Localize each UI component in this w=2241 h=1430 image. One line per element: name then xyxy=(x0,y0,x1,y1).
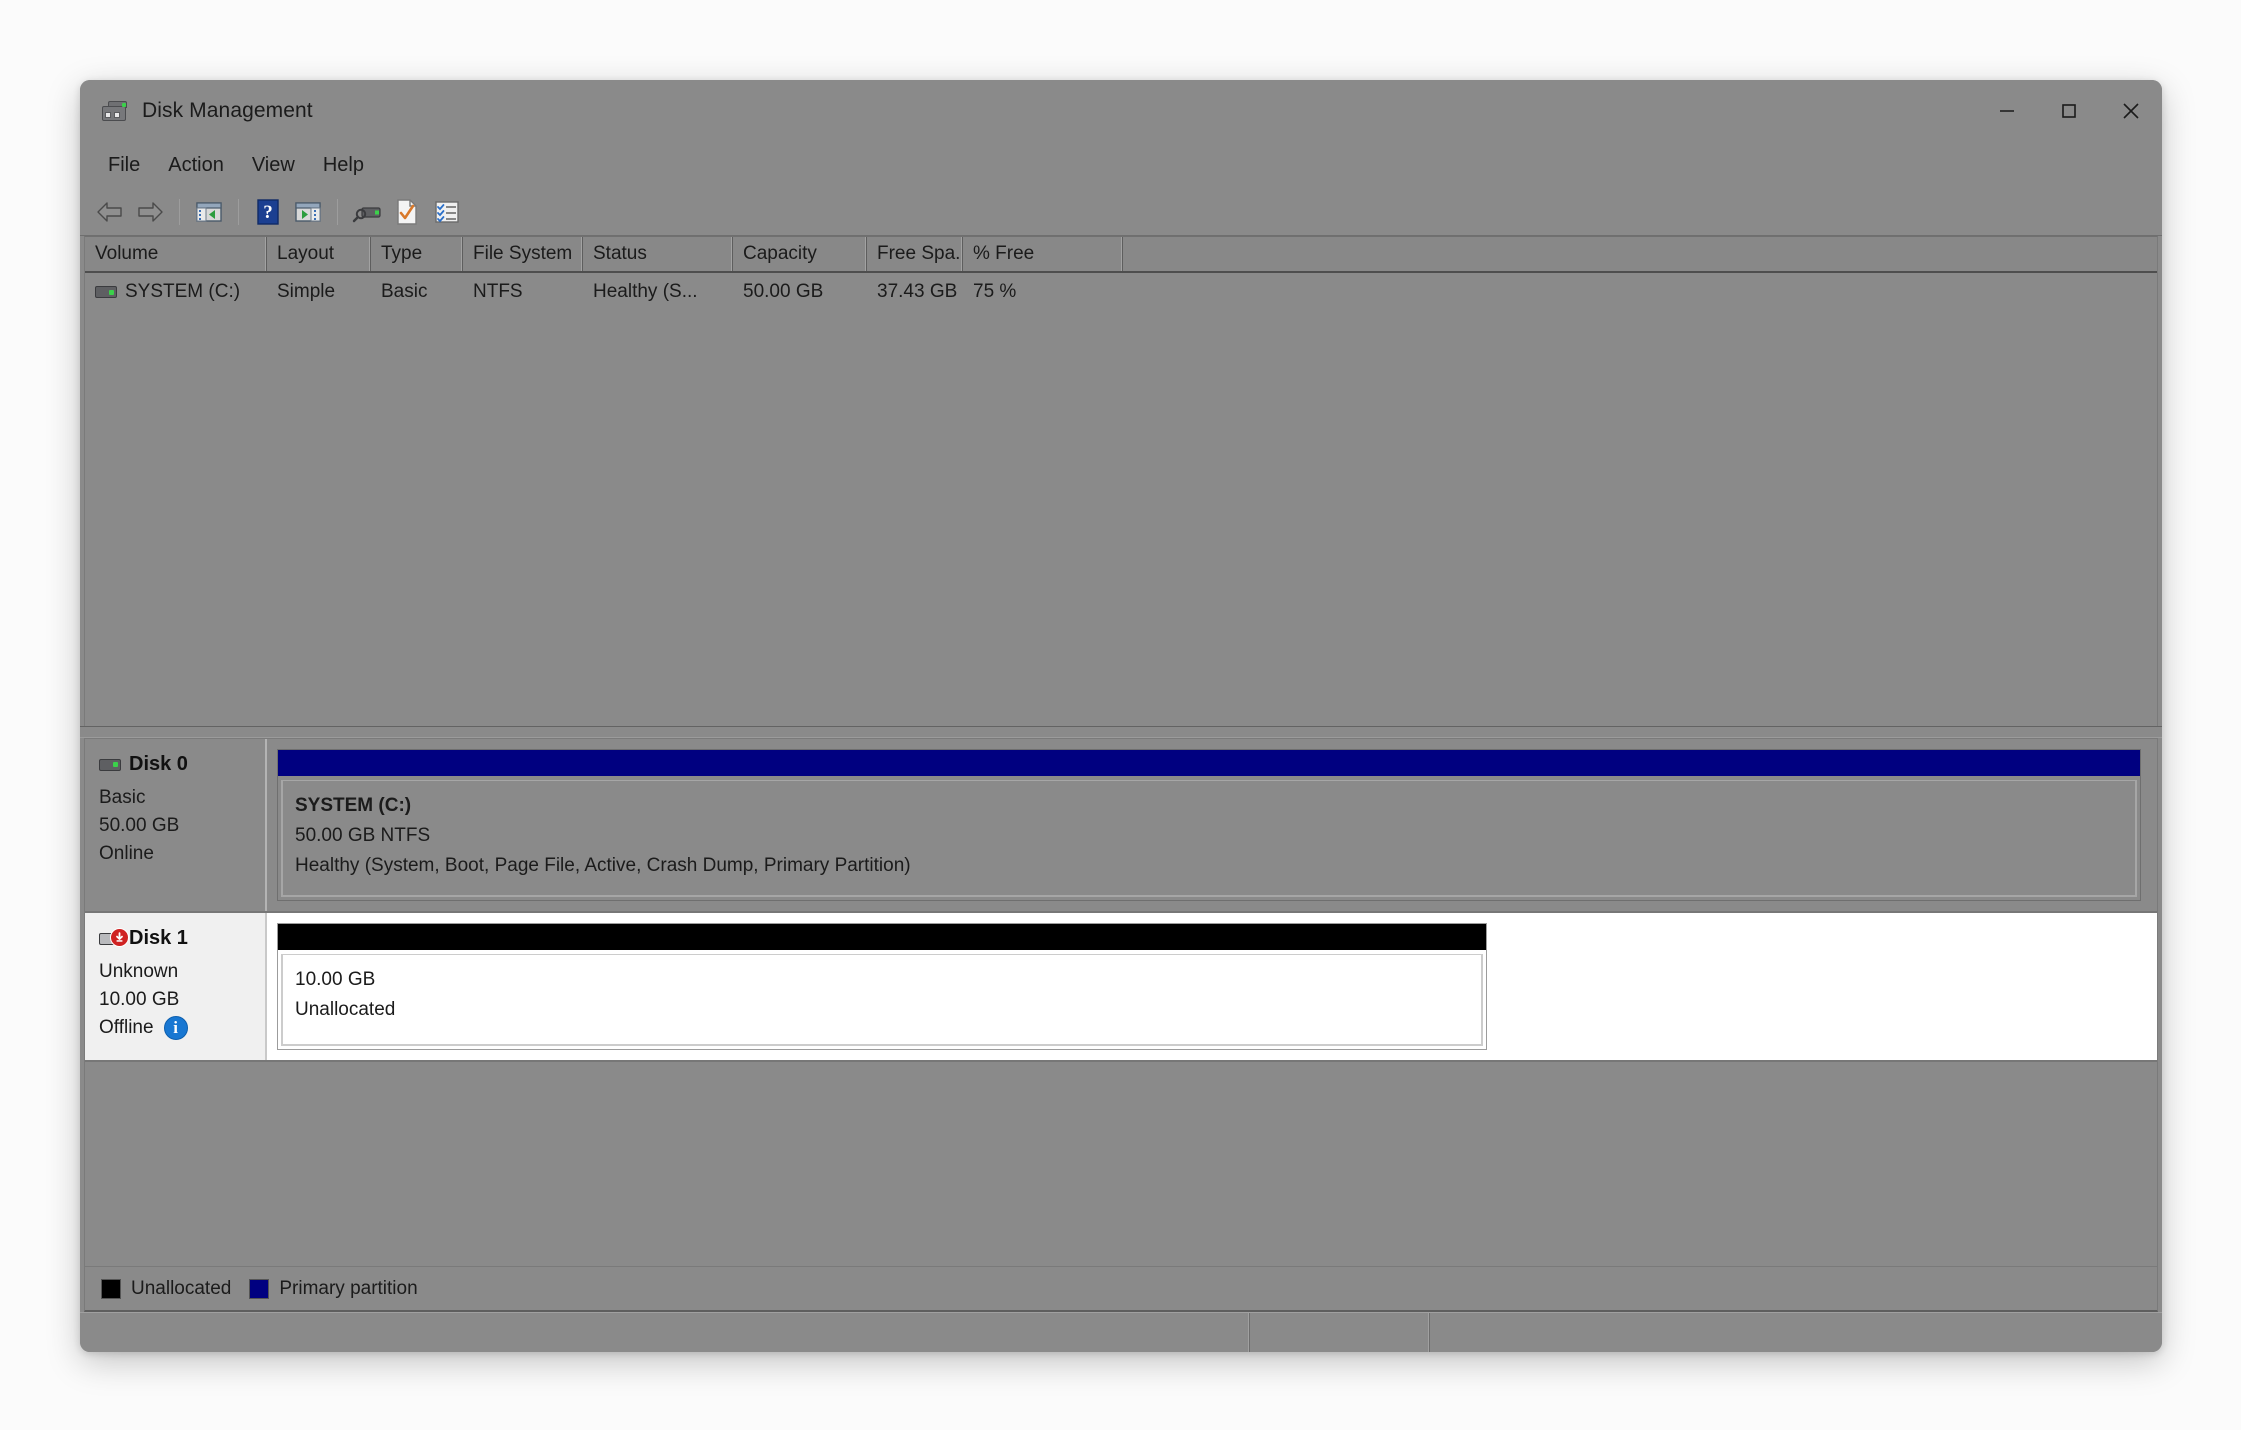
volume-list-rows: SYSTEM (C:) Simple Basic NTFS Healthy (S… xyxy=(85,273,2157,726)
list-view-icon[interactable] xyxy=(427,192,467,232)
column-header-type[interactable]: Type xyxy=(371,237,463,271)
toolbar-separator xyxy=(238,198,239,225)
disk-error-icon xyxy=(99,927,129,947)
column-header-percent-free[interactable]: % Free xyxy=(963,237,1123,271)
menu-file[interactable]: File xyxy=(94,150,154,181)
svg-text:?: ? xyxy=(263,202,273,223)
partition-unallocated[interactable]: 10.00 GB Unallocated xyxy=(277,923,1487,1050)
toolbar-separator xyxy=(337,198,338,225)
toolbar-separator xyxy=(179,198,180,225)
partition-system-c-body: SYSTEM (C:) 50.00 GB NTFS Healthy (Syste… xyxy=(281,780,2137,897)
column-header-volume[interactable]: Volume xyxy=(85,237,267,271)
cell-percent-free: 75 % xyxy=(973,281,1017,302)
disk-1-title-row: Disk 1 xyxy=(99,927,265,950)
menu-view[interactable]: View xyxy=(238,150,309,181)
partition-capacity-bar xyxy=(278,750,2140,776)
minimize-button[interactable] xyxy=(1976,80,2038,142)
rescan-disks-icon[interactable] xyxy=(347,192,387,232)
column-header-layout[interactable]: Layout xyxy=(267,237,371,271)
cell-type: Basic xyxy=(381,281,428,302)
disk-0-type: Basic xyxy=(99,787,146,808)
disk-drive-icon xyxy=(102,100,128,122)
graphical-view-pane: Disk 0 Basic 50.00 GB Online SYSTEM (C:)… xyxy=(84,738,2158,1266)
status-bar xyxy=(80,1312,2162,1352)
cell-free-space: 37.43 GB xyxy=(877,281,958,302)
cell-file-system: NTFS xyxy=(473,281,523,302)
partition-system-c[interactable]: SYSTEM (C:) 50.00 GB NTFS Healthy (Syste… xyxy=(277,749,2141,901)
volume-disk-icon xyxy=(95,286,117,298)
partition-status: Unallocated xyxy=(295,999,396,1020)
back-arrow-icon[interactable] xyxy=(90,192,130,232)
close-button[interactable] xyxy=(2100,80,2162,142)
properties-icon[interactable] xyxy=(387,192,427,232)
menu-action[interactable]: Action xyxy=(154,150,238,181)
menu-help[interactable]: Help xyxy=(309,150,378,181)
disk-1-state-row: Offline i xyxy=(99,1014,265,1042)
status-segment-3 xyxy=(1430,1313,2162,1352)
disk-0-capacity: 50.00 GB xyxy=(99,815,180,836)
volume-list-header: Volume Layout Type File System Status Ca… xyxy=(85,237,2157,273)
volume-list-pane: Volume Layout Type File System Status Ca… xyxy=(84,236,2158,726)
disk-1-name: Disk 1 xyxy=(129,927,188,949)
legend-label-unallocated: Unallocated xyxy=(131,1277,232,1299)
pane-splitter[interactable] xyxy=(80,726,2162,738)
column-header-free-space[interactable]: Free Spa... xyxy=(867,237,963,271)
column-header-capacity[interactable]: Capacity xyxy=(733,237,867,271)
error-badge-icon xyxy=(110,927,129,947)
info-icon[interactable]: i xyxy=(163,1016,188,1040)
show-hide-action-pane-icon[interactable] xyxy=(288,192,328,232)
column-header-status[interactable]: Status xyxy=(583,237,733,271)
disk-1-capacity: 10.00 GB xyxy=(99,989,180,1010)
help-icon[interactable]: ? xyxy=(248,192,288,232)
disk-icon xyxy=(99,758,121,771)
disk-1-state: Offline xyxy=(99,1017,154,1038)
legend-bar: Unallocated Primary partition xyxy=(84,1266,2158,1312)
menu-bar: File Action View Help xyxy=(80,142,2162,188)
forward-arrow-icon[interactable] xyxy=(130,192,170,232)
partition-size-fs: 50.00 GB NTFS xyxy=(295,825,431,846)
partition-unallocated-body: 10.00 GB Unallocated xyxy=(281,954,1483,1046)
status-segment-1 xyxy=(80,1313,1250,1352)
cell-volume: SYSTEM (C:) xyxy=(85,281,267,303)
cell-capacity: 50.00 GB xyxy=(743,281,824,302)
disk-0-partitions: SYSTEM (C:) 50.00 GB NTFS Healthy (Syste… xyxy=(267,739,2157,911)
disk-1-partitions: 10.00 GB Unallocated xyxy=(267,913,2157,1060)
disk-row-disk-0[interactable]: Disk 0 Basic 50.00 GB Online SYSTEM (C:)… xyxy=(85,739,2157,913)
legend-item-unallocated: Unallocated xyxy=(101,1278,231,1300)
table-row[interactable]: SYSTEM (C:) Simple Basic NTFS Healthy (S… xyxy=(85,273,2157,311)
toolbar: ? xyxy=(80,188,2162,236)
disk-management-window: Disk Management File Action View Help ? … xyxy=(80,80,2162,1352)
cell-status: Healthy (S... xyxy=(593,281,698,302)
disk-1-type: Unknown xyxy=(99,961,179,982)
title-bar: Disk Management xyxy=(80,80,2162,142)
partition-capacity-bar xyxy=(278,924,1486,950)
column-header-filler[interactable] xyxy=(1123,237,2157,271)
legend-swatch-primary-partition xyxy=(249,1278,270,1299)
maximize-button[interactable] xyxy=(2038,80,2100,142)
partition-title: SYSTEM (C:) xyxy=(295,795,412,816)
show-hide-console-tree-icon[interactable] xyxy=(189,192,229,232)
disk-0-info[interactable]: Disk 0 Basic 50.00 GB Online xyxy=(85,739,267,911)
partition-status: Healthy (System, Boot, Page File, Active… xyxy=(295,855,911,876)
window-title: Disk Management xyxy=(142,99,313,122)
partition-size-fs: 10.00 GB xyxy=(295,969,376,990)
disk-0-title-row: Disk 0 xyxy=(99,753,265,776)
disk-0-state: Online xyxy=(99,843,154,864)
cell-volume-label: SYSTEM (C:) xyxy=(125,281,241,302)
cell-layout: Simple xyxy=(277,281,336,302)
legend-item-primary-partition: Primary partition xyxy=(249,1277,418,1300)
status-segment-2 xyxy=(1250,1313,1430,1352)
window-controls xyxy=(1976,80,2162,142)
disk-row-disk-1[interactable]: Disk 1 Unknown 10.00 GB Offline i 10.00 … xyxy=(85,913,2157,1062)
column-header-file-system[interactable]: File System xyxy=(463,237,583,271)
legend-label-primary-partition: Primary partition xyxy=(279,1277,418,1299)
legend-swatch-unallocated xyxy=(101,1278,121,1299)
disk-1-info[interactable]: Disk 1 Unknown 10.00 GB Offline i xyxy=(85,913,267,1060)
disk-0-name: Disk 0 xyxy=(129,753,188,775)
